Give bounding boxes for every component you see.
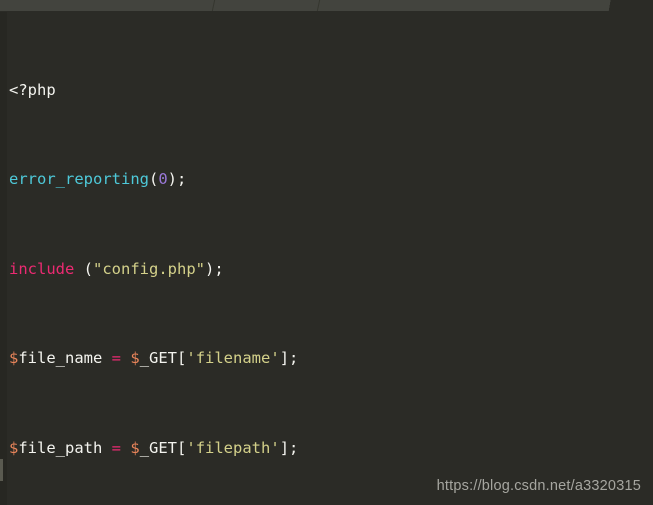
- token-php-open-tag: <?php: [9, 81, 56, 100]
- token-sigil-4b: $: [121, 349, 140, 368]
- token-assign-5: =: [111, 438, 122, 457]
- token-paren-close-3: );: [204, 259, 224, 278]
- token-fn-error-reporting: error_reporting: [9, 170, 149, 189]
- token-number-zero: 0: [158, 170, 168, 189]
- token-paren-open-3: (: [74, 259, 93, 278]
- code-editor-screenshot: <?php error_reporting(0); include ("conf…: [0, 0, 653, 505]
- current-line-marker: [0, 459, 3, 482]
- token-sigil-4a: $: [9, 349, 19, 368]
- token-string-filename: 'filename': [186, 349, 280, 368]
- code-line-3[interactable]: include ("config.php");: [9, 258, 653, 280]
- token-string-filepath: 'filepath': [186, 438, 280, 457]
- token-assign-4: =: [111, 349, 122, 368]
- token-paren-close-semicolon: );: [167, 170, 187, 189]
- tab-bar-right-edge: [604, 0, 614, 11]
- code-line-1[interactable]: <?php: [9, 79, 653, 101]
- token-keyword-include: include: [9, 259, 75, 278]
- tab-bar-background: [0, 0, 610, 11]
- editor-tab-bar[interactable]: [0, 0, 653, 12]
- code-content[interactable]: <?php error_reporting(0); include ("conf…: [9, 12, 653, 505]
- watermark-url: https://blog.csdn.net/a3320315: [436, 478, 641, 494]
- token-paren-open: (: [148, 170, 159, 189]
- token-bracket-close-4: ];: [279, 349, 299, 368]
- code-line-2[interactable]: error_reporting(0);: [9, 168, 653, 190]
- token-var-file-name: file_name: [18, 349, 112, 368]
- token-superglobal-get-4: _GET[: [139, 349, 187, 368]
- editor-gutter[interactable]: [0, 12, 7, 505]
- token-sigil-5b: $: [121, 438, 140, 457]
- token-var-file-path: file_path: [18, 438, 112, 457]
- token-bracket-close-5: ];: [279, 438, 299, 457]
- token-sigil-5a: $: [9, 438, 19, 457]
- code-line-5[interactable]: $file_path = $_GET['filepath'];: [9, 437, 653, 459]
- token-superglobal-get-5: _GET[: [139, 438, 187, 457]
- token-string-config-php: "config.php": [93, 259, 205, 278]
- code-line-4[interactable]: $file_name = $_GET['filename'];: [9, 347, 653, 369]
